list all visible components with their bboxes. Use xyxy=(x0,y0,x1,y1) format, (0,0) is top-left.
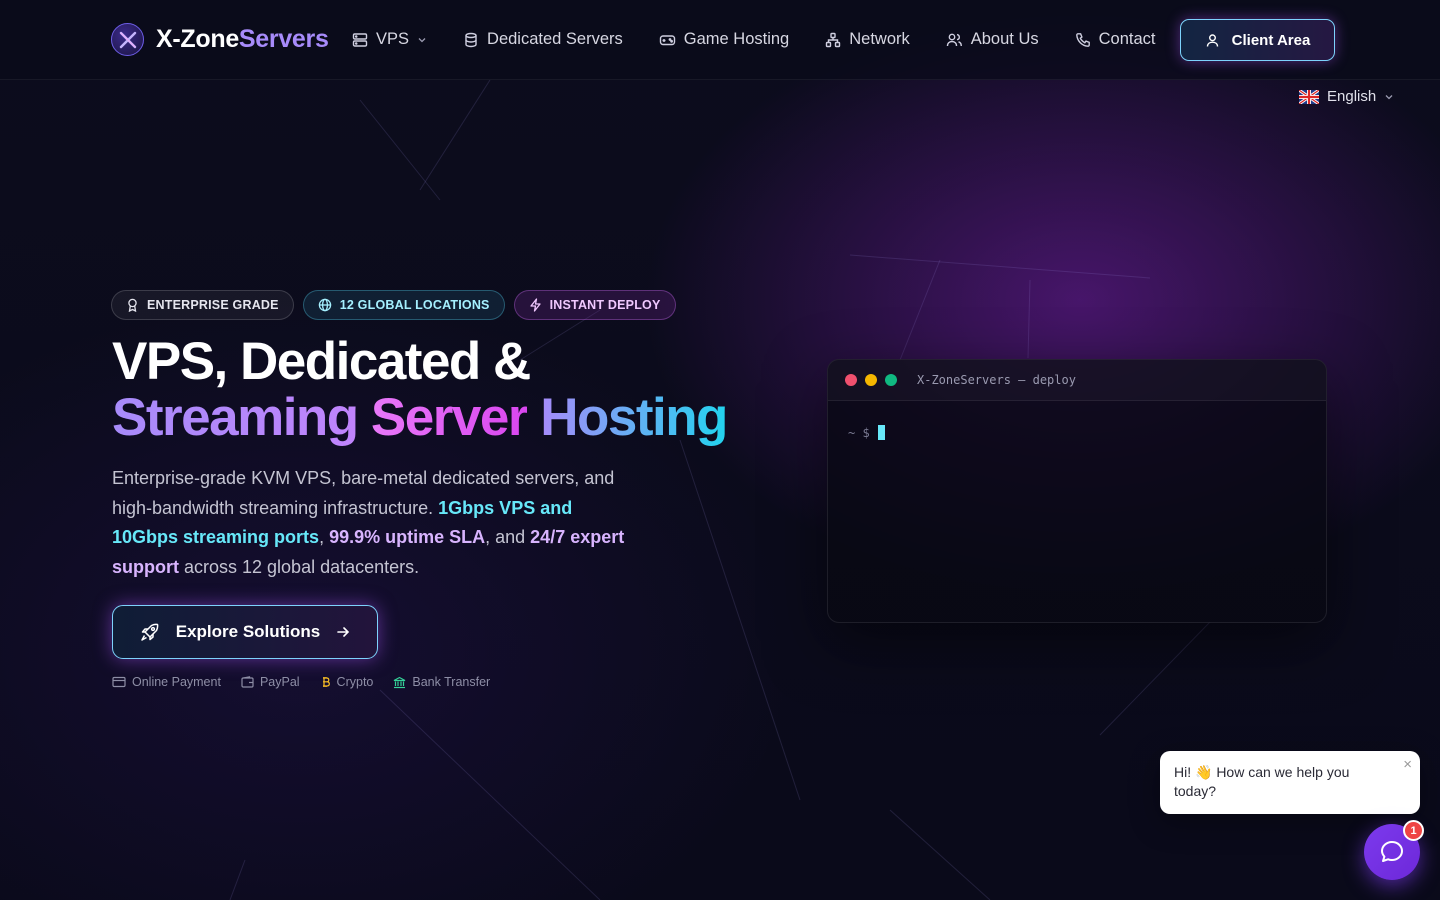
logo-text-part1: X-Zone xyxy=(156,25,239,53)
close-icon[interactable]: × xyxy=(1403,757,1412,772)
desc-highlight-uptime: 99.9% uptime SLA xyxy=(329,527,486,547)
nav-item-label: Network xyxy=(849,30,910,48)
hero-title: VPS, Dedicated & Streaming Server Hostin… xyxy=(112,332,728,447)
chat-greeting-bubble[interactable]: Hi! 👋 How can we help you today? × xyxy=(1160,751,1420,814)
site-logo[interactable]: X-ZoneServers xyxy=(111,23,329,56)
main-nav: VPS Dedicated Servers Game Hosting Netwo… xyxy=(352,30,1192,49)
nav-item-about-us[interactable]: About Us xyxy=(946,30,1039,49)
chat-bubble-icon xyxy=(1381,841,1403,862)
award-icon xyxy=(128,298,137,312)
network-icon xyxy=(826,32,841,47)
badge-enterprise-grade: ENTERPRISE GRADE xyxy=(111,290,294,320)
nav-item-label: Dedicated Servers xyxy=(487,30,623,48)
nav-item-label: About Us xyxy=(970,30,1039,48)
logo-text-part2: Servers xyxy=(238,25,329,53)
badge-label: INSTANT DEPLOY xyxy=(549,298,661,312)
desc-text: , xyxy=(319,527,330,547)
payment-label: Online Payment xyxy=(132,675,221,689)
desc-text: , and xyxy=(485,527,531,547)
payment-label: Crypto xyxy=(336,675,374,689)
chevron-down-icon xyxy=(418,37,426,42)
terminal-title-bar: X-ZoneServers — deploy xyxy=(828,360,1326,401)
desc-text: across 12 global datacenters. xyxy=(179,556,420,577)
hero-badges: ENTERPRISE GRADE 12 GLOBAL LOCATIONS INS… xyxy=(111,290,676,320)
bolt-icon xyxy=(529,298,541,312)
globe-icon xyxy=(318,298,331,312)
terminal-minimize-dot xyxy=(865,374,877,386)
hero-title-line1: VPS, Dedicated & xyxy=(112,332,531,391)
uk-flag-icon xyxy=(1299,89,1319,104)
nav-item-label: Contact xyxy=(1098,30,1156,48)
deploy-terminal: X-ZoneServers — deploy ~ $ xyxy=(827,359,1327,623)
language-label: English xyxy=(1327,88,1377,105)
terminal-close-dot xyxy=(845,374,857,386)
payment-crypto: Crypto xyxy=(320,675,374,689)
terminal-body: ~ $ xyxy=(828,401,1326,464)
client-area-label: Client Area xyxy=(1231,31,1311,49)
arrow-right-icon xyxy=(337,627,350,637)
payment-label: Bank Transfer xyxy=(412,675,491,689)
terminal-maximize-dot xyxy=(885,374,897,386)
nav-item-game-hosting[interactable]: Game Hosting xyxy=(659,30,789,49)
credit-card-icon xyxy=(112,676,126,688)
phone-icon xyxy=(1075,32,1090,47)
explore-solutions-label: Explore Solutions xyxy=(175,622,321,641)
hero-title-word-hosting: Hosting xyxy=(540,388,728,447)
payment-online: Online Payment xyxy=(112,675,221,689)
nav-item-network[interactable]: Network xyxy=(825,30,910,49)
terminal-title: X-ZoneServers — deploy xyxy=(917,373,1076,387)
x-logo-icon xyxy=(111,23,144,56)
nav-item-label: Game Hosting xyxy=(683,30,790,48)
database-icon xyxy=(465,32,477,47)
chevron-down-icon xyxy=(1385,94,1393,99)
hero-title-word-server: Server xyxy=(370,388,529,447)
payment-label: PayPal xyxy=(259,675,300,689)
badge-global-locations: 12 GLOBAL LOCATIONS xyxy=(302,290,505,320)
nav-item-vps[interactable]: VPS xyxy=(352,30,427,49)
site-header: X-ZoneServers VPS Dedicated Servers Game… xyxy=(0,0,1440,80)
explore-solutions-button[interactable]: Explore Solutions xyxy=(112,605,378,659)
hero-title-line2: Streaming Server Hosting xyxy=(112,388,728,447)
hero-description: Enterprise-grade KVM VPS, bare-metal ded… xyxy=(112,464,632,582)
nav-item-contact[interactable]: Contact xyxy=(1075,30,1156,49)
user-icon xyxy=(1206,33,1218,47)
logo-text: X-ZoneServers xyxy=(156,27,329,52)
gamepad-icon xyxy=(659,34,675,45)
hero-title-word-streaming: Streaming xyxy=(112,388,359,447)
payment-paypal: PayPal xyxy=(241,675,300,689)
rocket-icon xyxy=(140,623,159,641)
chat-notification-badge: 1 xyxy=(1403,820,1424,841)
nav-item-label: VPS xyxy=(376,30,410,48)
bitcoin-icon xyxy=(322,676,330,687)
wallet-icon xyxy=(241,676,254,688)
badge-instant-deploy: INSTANT DEPLOY xyxy=(513,290,676,320)
nav-item-dedicated-servers[interactable]: Dedicated Servers xyxy=(463,30,623,49)
badge-label: 12 GLOBAL LOCATIONS xyxy=(339,298,490,312)
bank-icon xyxy=(394,676,406,688)
terminal-prompt: ~ $ xyxy=(848,425,870,440)
users-icon xyxy=(946,33,962,46)
terminal-cursor xyxy=(877,425,885,440)
badge-label: ENTERPRISE GRADE xyxy=(147,298,279,312)
language-selector[interactable]: English xyxy=(1299,88,1394,105)
payment-bank-transfer: Bank Transfer xyxy=(393,675,490,689)
server-stack-icon xyxy=(352,32,368,47)
chat-message: Hi! 👋 How can we help you today? xyxy=(1174,764,1350,799)
payment-methods: Online Payment PayPal Crypto Bank Transf… xyxy=(112,675,490,689)
client-area-button[interactable]: Client Area xyxy=(1180,19,1335,61)
